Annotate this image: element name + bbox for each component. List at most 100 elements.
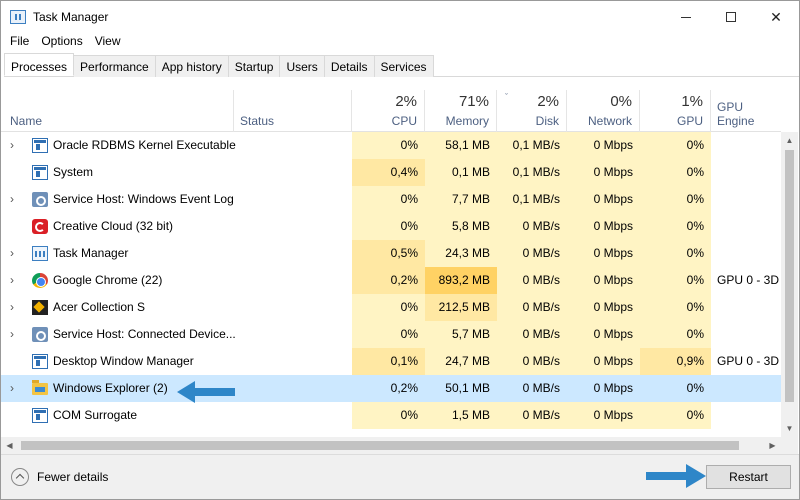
column-disk-label: Disk (535, 114, 559, 128)
fewer-details-label: Fewer details (37, 470, 109, 484)
process-cpu-value: 0% (352, 402, 425, 429)
process-cpu-value: 0,2% (352, 267, 425, 294)
process-gpu-engine-value: GPU 0 - 3D (717, 354, 780, 368)
process-network-value: 0 Mbps (567, 132, 640, 159)
process-cpu-value: 0% (352, 321, 425, 348)
process-disk-value: 0 MB/s (497, 240, 567, 267)
process-memory-value: 1,5 MB (425, 402, 497, 429)
tab-users[interactable]: Users (279, 55, 325, 77)
creative-cloud-icon (32, 219, 48, 234)
vertical-scroll-thumb[interactable] (785, 150, 794, 402)
process-row[interactable]: Creative Cloud (32 bit) 0% 5,8 MB 0 MB/s 0 M… (1, 213, 781, 240)
column-gpu-engine[interactable]: GPU Engine (711, 90, 781, 132)
expand-chevron-icon[interactable]: › (10, 240, 20, 267)
task-manager-icon (32, 246, 48, 261)
process-gpu-engine-value (717, 240, 781, 267)
process-gpu-value: 0% (640, 294, 711, 321)
process-name: Windows Explorer (2) (53, 381, 168, 395)
process-cpu-value: 0,2% (390, 381, 418, 395)
process-network-value: 0 Mbps (567, 321, 640, 348)
process-gpu-engine-value (717, 294, 781, 321)
expand-chevron-icon[interactable]: › (10, 186, 20, 213)
process-row[interactable]: System 0,4% 0,1 MB 0,1 MB/s 0 Mbps 0% (1, 159, 781, 186)
tab-services[interactable]: Services (373, 55, 434, 77)
tab-startup[interactable]: Startup (227, 55, 281, 77)
chevron-up-circle-icon (11, 468, 29, 486)
tab-strip: Processes Performance App history Startu… (4, 53, 799, 77)
expand-chevron-icon[interactable]: › (10, 132, 20, 159)
process-gpu-value: 0% (640, 159, 711, 186)
process-row[interactable]: › Acer Collection S 0% 212,5 MB 0 MB/s 0 Mbps… (1, 294, 781, 321)
process-disk-value: 0 MB/s (497, 402, 567, 429)
process-disk-value: 0 MB/s (497, 294, 567, 321)
restart-button[interactable]: Restart (706, 465, 791, 489)
process-memory-value: 0,1 MB (425, 159, 497, 186)
process-row[interactable]: › Task Manager 0,5% 24,3 MB 0 MB/s 0 Mbps 0% (1, 240, 781, 267)
process-row[interactable]: › Oracle RDBMS Kernel Executable 0% 58,1 MB… (1, 132, 781, 159)
column-disk[interactable]: ˇ 2% Disk (497, 90, 567, 132)
column-gpu-engine-label: GPU Engine (717, 100, 755, 128)
column-gpu[interactable]: 1% GPU (640, 90, 711, 132)
process-row[interactable]: › Google Chrome (22) 0,2% 893,2 MB 0 MB/s 0 M… (1, 267, 781, 294)
scroll-right-icon[interactable]: ▶ (764, 437, 781, 454)
network-total-percent: 0% (610, 93, 632, 110)
menu-options[interactable]: Options (33, 33, 86, 53)
scroll-down-icon[interactable]: ▼ (781, 420, 798, 437)
horizontal-scroll-thumb[interactable] (21, 441, 739, 450)
process-row[interactable]: › Service Host: Windows Event Log 0% 7,7 MB… (1, 186, 781, 213)
column-name[interactable]: Name (1, 90, 234, 132)
process-disk-value: 0 MB/s (522, 381, 560, 395)
horizontal-scrollbar[interactable]: ◀ ▶ (1, 437, 781, 454)
process-disk-value: 0,1 MB/s (497, 186, 567, 213)
task-manager-window: Task Manager ✕ File Options View Process… (0, 0, 800, 500)
process-memory-value: 893,2 MB (425, 267, 497, 294)
tab-performance[interactable]: Performance (73, 55, 156, 77)
expand-chevron-icon[interactable]: › (10, 375, 20, 402)
process-gpu-value: 0% (640, 267, 711, 294)
process-row[interactable]: COM Surrogate 0% 1,5 MB 0 MB/s 0 Mbps 0% (1, 402, 781, 429)
scroll-up-icon[interactable]: ▲ (781, 132, 798, 149)
gpu-total-percent: 1% (681, 93, 703, 110)
close-icon: ✕ (770, 8, 782, 25)
app-window-icon (32, 354, 48, 369)
expand-chevron-icon[interactable]: › (10, 294, 20, 321)
vertical-scrollbar[interactable]: ▲ ▼ (781, 132, 798, 437)
process-gpu-value: 0% (640, 132, 711, 159)
column-header: Name Status 2% CPU 71% Memory ˇ 2% Disk … (1, 90, 781, 132)
expand-chevron-icon[interactable]: › (10, 267, 20, 294)
title-bar[interactable]: Task Manager ✕ (1, 1, 799, 33)
maximize-icon (726, 12, 736, 22)
menu-file[interactable]: File (1, 33, 33, 53)
tab-details[interactable]: Details (323, 55, 375, 77)
process-row[interactable]: › Service Host: Connected Device... 0% 5,7 … (1, 321, 781, 348)
process-name: Service Host: Windows Event Log (53, 192, 234, 206)
process-name: Task Manager (53, 246, 129, 260)
column-network[interactable]: 0% Network (567, 90, 640, 132)
menu-bar: File Options View (1, 33, 799, 53)
scroll-left-icon[interactable]: ◀ (1, 437, 18, 454)
tab-processes[interactable]: Processes (4, 53, 75, 76)
column-memory[interactable]: 71% Memory (425, 90, 497, 132)
process-row[interactable]: › Windows Explorer (2) 0,2% 50,1 MB 0 MB/s 0 … (1, 375, 781, 402)
cpu-total-percent: 2% (395, 93, 417, 110)
process-gpu-value: 0% (640, 186, 711, 213)
column-status[interactable]: Status (234, 90, 352, 132)
process-name: Oracle RDBMS Kernel Executable (53, 138, 236, 152)
process-name: Desktop Window Manager (53, 354, 194, 368)
close-button[interactable]: ✕ (753, 1, 799, 33)
process-cpu-value: 0,4% (352, 159, 425, 186)
menu-view[interactable]: View (87, 33, 125, 53)
task-manager-app-icon (10, 10, 26, 24)
memory-total-percent: 71% (458, 93, 489, 110)
process-row[interactable]: Desktop Window Manager 0,1% 24,7 MB 0 MB/s 0… (1, 348, 781, 375)
process-network-value: 0 Mbps (567, 240, 640, 267)
column-cpu[interactable]: 2% CPU (352, 90, 425, 132)
tab-app-history[interactable]: App history (154, 55, 229, 77)
process-gpu-engine-value (717, 402, 781, 429)
process-gpu-engine-value (717, 159, 781, 186)
minimize-button[interactable] (663, 1, 709, 33)
maximize-button[interactable] (708, 1, 754, 33)
expand-chevron-icon[interactable]: › (10, 321, 20, 348)
fewer-details-button[interactable]: Fewer details (11, 467, 108, 487)
process-gpu-value: 0% (640, 240, 711, 267)
